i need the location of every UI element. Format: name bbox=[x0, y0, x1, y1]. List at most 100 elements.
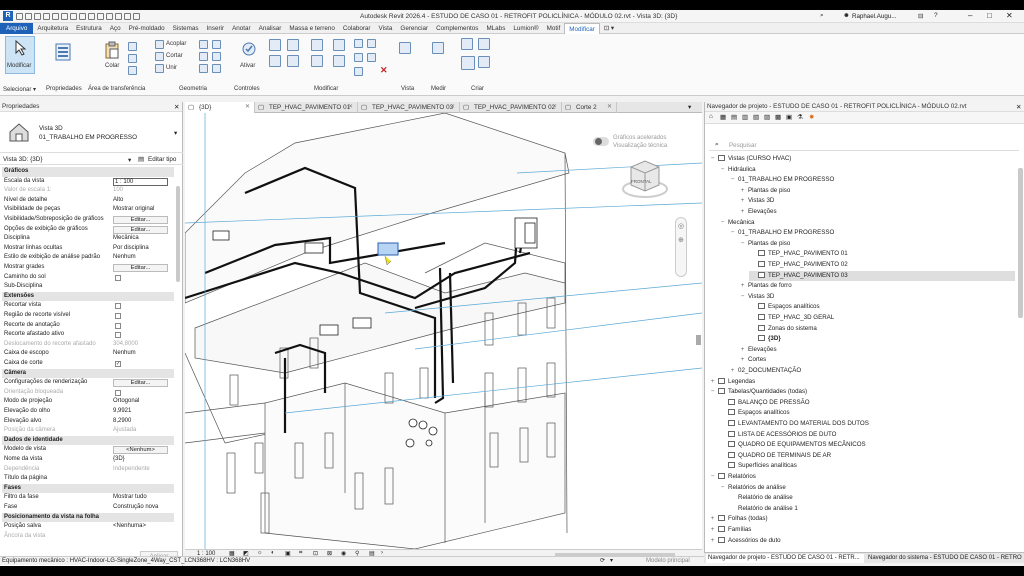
property-edit-button[interactable]: Editar... bbox=[113, 216, 168, 224]
measure-tool-icon[interactable] bbox=[432, 42, 444, 54]
tree-item[interactable]: + Legendas bbox=[709, 377, 1015, 388]
property-row[interactable]: Deslocamento do recorte afastado 304,8000 bbox=[2, 340, 174, 350]
families-icon[interactable]: ▧ bbox=[753, 113, 759, 121]
workset-icon[interactable]: ▾ bbox=[610, 557, 613, 566]
mirror-draw-icon[interactable] bbox=[287, 55, 299, 67]
properties-category[interactable]: Posicionamento da vista na folha bbox=[2, 512, 174, 523]
align-icon[interactable] bbox=[269, 39, 281, 51]
ribbon-tab-1[interactable]: Arquitetura bbox=[33, 23, 72, 34]
tree-item[interactable]: Espaços analíticos bbox=[719, 408, 1015, 419]
expand-icon[interactable]: + bbox=[709, 514, 716, 525]
property-row[interactable]: Orientação bloqueada bbox=[2, 388, 174, 398]
create-group-icon[interactable] bbox=[478, 38, 490, 50]
tree-item[interactable]: + Vistas 3D bbox=[739, 196, 1015, 207]
instance-selector[interactable]: Vista 3D: {3D} bbox=[3, 156, 42, 163]
sheets-icon[interactable]: ▤ bbox=[731, 113, 737, 121]
property-row[interactable]: Mostrar linhas ocultas Por disciplina bbox=[2, 244, 174, 254]
print-icon[interactable] bbox=[61, 12, 68, 20]
save-icon[interactable] bbox=[25, 12, 32, 20]
property-row[interactable]: Recorte afastado ativo bbox=[2, 330, 174, 340]
tree-item[interactable]: TEP_HVAC_PAVIMENTO 03 bbox=[749, 270, 1015, 282]
property-row[interactable]: Filtro da fase Mostrar tudo bbox=[2, 493, 174, 503]
close-tab-icon[interactable]: ✕ bbox=[607, 102, 612, 113]
move-icon[interactable] bbox=[311, 39, 323, 51]
cope-label[interactable]: Acoplar bbox=[166, 41, 186, 47]
property-row[interactable]: Caixa de corte ✓ bbox=[2, 359, 174, 369]
property-row[interactable]: Caminho do sol bbox=[2, 273, 174, 283]
expand-icon[interactable]: + bbox=[739, 345, 746, 356]
tree-item[interactable]: QUADRO DE EQUIPAMENTOS MECÂNICOS bbox=[719, 440, 1015, 451]
close-tab-icon[interactable]: ✕ bbox=[245, 102, 250, 113]
tree-item[interactable]: LEVANTAMENTO DO MATERIAL DOS DUTOS bbox=[719, 419, 1015, 430]
tree-item[interactable]: + Folhas (todas) bbox=[709, 514, 1015, 525]
sync-status-icon[interactable]: ⟳ bbox=[600, 557, 605, 566]
property-checkbox[interactable] bbox=[115, 274, 121, 281]
property-row[interactable]: Posição salva <Nenhuma> bbox=[2, 522, 174, 532]
split-icon[interactable] bbox=[333, 55, 345, 67]
rotate-icon[interactable] bbox=[311, 55, 323, 67]
ribbon-tab-13[interactable]: Complementos bbox=[432, 23, 482, 34]
property-row[interactable]: Nível de detalhe Alto bbox=[2, 196, 174, 206]
tree-item[interactable]: {3D} bbox=[749, 334, 1015, 345]
tree-item[interactable]: Espaços analíticos bbox=[749, 302, 1015, 313]
search-icon[interactable]: ⌕ bbox=[820, 12, 824, 20]
collapse-icon[interactable]: − bbox=[729, 228, 736, 239]
close-tab-icon[interactable]: ✕ bbox=[450, 102, 455, 113]
switch-windows-icon[interactable] bbox=[133, 12, 140, 20]
create-assembly-icon[interactable] bbox=[461, 38, 473, 50]
expand-icon[interactable]: + bbox=[739, 207, 746, 218]
create-parts-icon[interactable] bbox=[461, 56, 475, 70]
ribbon-tab-10[interactable]: Colaborar bbox=[339, 23, 375, 34]
property-row[interactable]: Valor de escala 1: 100 bbox=[2, 186, 174, 196]
view-tab-0[interactable]: ▢ {3D} ✕ bbox=[185, 102, 255, 113]
tree-item[interactable]: LISTA DE ACESSÓRIOS DE DUTO bbox=[719, 430, 1015, 441]
chevron-down-icon[interactable]: ▾ bbox=[128, 156, 131, 164]
3d-view-canvas[interactable]: Gráficos acelerados Visualização técnica… bbox=[185, 113, 702, 549]
match-properties-icon[interactable] bbox=[128, 66, 137, 75]
collapse-icon[interactable]: − bbox=[709, 154, 716, 165]
search-input[interactable]: Pesquisar bbox=[729, 142, 757, 149]
property-row[interactable]: Configurações de renderização Editar... bbox=[2, 378, 174, 388]
ribbon-tab-3[interactable]: Aço bbox=[106, 23, 125, 34]
close-tab-icon[interactable]: ✕ bbox=[348, 102, 353, 113]
schedules-icon[interactable]: ▥ bbox=[742, 113, 748, 121]
property-row[interactable]: Nome da vista {3D} bbox=[2, 455, 174, 465]
create-similar-icon[interactable] bbox=[478, 56, 490, 68]
ribbon-tab-0[interactable]: Arquivo bbox=[0, 22, 34, 34]
selected-equipment[interactable] bbox=[377, 242, 399, 256]
section-icon[interactable] bbox=[106, 12, 113, 20]
property-row[interactable]: Elevação alvo 8,2900 bbox=[2, 417, 174, 427]
zoom-icon[interactable]: ⊕ bbox=[678, 236, 684, 244]
expand-icon[interactable]: + bbox=[709, 525, 716, 536]
user-icon[interactable]: ☻ bbox=[843, 12, 850, 19]
ribbon-tab-5[interactable]: Sistemas bbox=[169, 23, 203, 34]
collapse-icon[interactable]: − bbox=[729, 175, 736, 186]
view-icon[interactable] bbox=[399, 42, 411, 54]
view-tab-1[interactable]: ▢ TEP_HVAC_PAVIMENTO 01 ✕ bbox=[255, 102, 358, 113]
tree-item[interactable]: QUADRO DE TERMINAIS DE AR bbox=[719, 451, 1015, 462]
property-row[interactable]: Dependência Independente bbox=[2, 465, 174, 475]
3d-view-icon[interactable] bbox=[97, 12, 104, 20]
tree-item[interactable]: −01_TRABALHO EM PROGRESSO bbox=[729, 175, 1015, 186]
property-checkbox[interactable] bbox=[115, 332, 121, 339]
ribbon-tab-8[interactable]: Analisar bbox=[255, 23, 286, 34]
tree-item[interactable]: − Relatórios de análise bbox=[719, 483, 1015, 494]
property-row[interactable]: Recortar vista bbox=[2, 301, 174, 311]
assembly-icon[interactable]: ▣ bbox=[786, 113, 792, 121]
ribbon-tab-17[interactable]: Modificar bbox=[564, 22, 600, 34]
delete-icon[interactable]: ✕ bbox=[380, 65, 388, 76]
unpin-icon[interactable] bbox=[367, 53, 376, 62]
tree-item[interactable]: − Vistas (CURSO HVAC) bbox=[709, 154, 1015, 165]
close-tab-icon[interactable]: ✕ bbox=[552, 102, 557, 113]
type-selector[interactable]: Vista 3D 01_TRABALHO EM PROGRESSO ▾ bbox=[0, 113, 183, 153]
expand-icon[interactable]: + bbox=[739, 196, 746, 207]
tree-item[interactable]: Relatório de análise bbox=[729, 493, 1015, 504]
revit-logo[interactable]: R bbox=[3, 11, 13, 21]
tree-item[interactable]: TEP_HVAC_3D GERAL bbox=[749, 313, 1015, 324]
help-icon[interactable]: ? bbox=[934, 12, 938, 19]
groups-icon[interactable]: ▨ bbox=[764, 113, 770, 121]
ribbon-collapse-icon[interactable]: ⊡ ▾ bbox=[600, 23, 618, 34]
property-checkbox[interactable] bbox=[115, 389, 121, 396]
expand-icon[interactable]: + bbox=[709, 536, 716, 547]
tree-item[interactable]: TEP_HVAC_PAVIMENTO 01 bbox=[749, 249, 1015, 260]
